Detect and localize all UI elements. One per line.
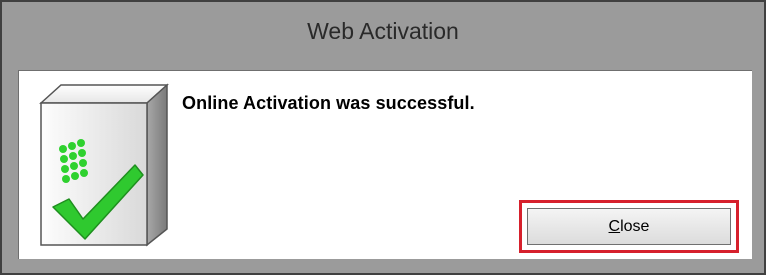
- screenshot: Web Activation Online Activation was suc…: [0, 0, 766, 275]
- dialog-content: Online Activation was successful. Close: [18, 70, 752, 259]
- close-button-label: lose: [620, 217, 650, 235]
- close-button[interactable]: Close: [527, 208, 731, 245]
- activation-checkmark-box-icon: [39, 83, 169, 247]
- activation-dialog-window: Web Activation Online Activation was suc…: [0, 0, 766, 275]
- close-button-highlight: Close: [519, 200, 739, 253]
- window-title: Web Activation: [307, 17, 459, 44]
- title-bar[interactable]: Web Activation: [2, 2, 764, 70]
- success-message: Online Activation was successful.: [182, 93, 475, 113]
- close-button-mnemonic: C: [608, 217, 621, 235]
